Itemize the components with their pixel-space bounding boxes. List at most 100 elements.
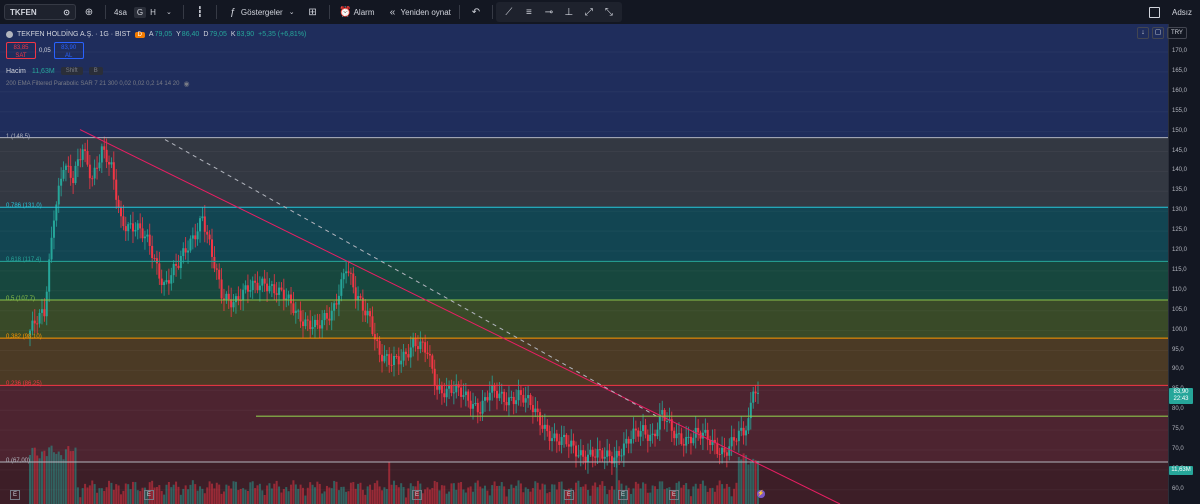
volume-bar [462,489,465,504]
vertical-line-icon[interactable]: ⊥ [561,4,577,20]
volume-bar [519,483,522,504]
candle-body [292,303,295,314]
candle-body [249,290,252,292]
event-marker[interactable]: E [564,490,574,500]
add-symbol-icon[interactable]: ⊕ [81,4,97,20]
separator [105,5,106,19]
candle-body [527,395,530,399]
candle-body [325,313,328,319]
volume-bar [472,491,475,504]
indicators-button[interactable]: ƒ Göstergeler ⌄ [220,0,300,24]
shift-pill[interactable]: Shift [60,67,83,75]
candle-body [730,437,733,447]
undo-icon[interactable]: ↶ [468,4,484,20]
volume-bar [515,485,518,504]
volume-bar [72,450,75,504]
currency-dropdown[interactable]: TRY [1167,27,1187,39]
volume-bar [179,494,182,504]
candle-body [225,293,228,300]
symbol-search[interactable]: TKFEN ⊙ [4,4,76,20]
replay-label: Yeniden oynat [400,7,451,17]
candles-icon[interactable]: ┇ [192,4,208,20]
volume-bar [730,496,733,504]
volume-bar [349,482,352,504]
volume-bar [721,484,724,504]
change-value: +5,35 (+6,81%) [258,31,307,38]
candle-body [287,294,290,299]
volume-bar [711,487,714,504]
legend-title[interactable]: TEKFEN HOLDİNG A.Ş. · 1G · BIST [17,31,131,38]
volume-bar [428,489,431,504]
trend-line-icon[interactable]: ⟋ [501,4,517,20]
chart-type-g-label: G [133,6,147,18]
event-marker[interactable]: E [618,490,628,500]
candle-body [737,430,740,442]
chart-type-g[interactable]: G [132,0,148,24]
timeframe-dropdown[interactable]: ⌄ [158,0,180,24]
volume-bar [371,489,374,504]
candle-body [622,443,625,456]
templates-icon[interactable]: ⊞ [305,4,321,20]
volume-bar [531,488,534,504]
candle-body [412,338,415,348]
candle-body [57,185,60,205]
volume-bar [586,489,589,504]
candle-body [263,278,266,284]
candle-body [254,280,257,283]
volume-bar [201,488,204,504]
volume-label[interactable]: Hacim [6,68,26,75]
timeframe-button[interactable]: 4sa [109,0,132,24]
candle-body [115,179,118,200]
chart-pane[interactable]: TEKFEN HOLDİNG A.Ş. · 1G · BIST D A 79,05… [0,24,1168,504]
candle-body [160,278,163,286]
indicator-legend: 200 EMA Filtered Parabolic SAR 7 21 300 … [6,80,190,88]
event-marker[interactable]: E [144,490,154,500]
chart-type-h[interactable]: H [148,0,158,24]
horizontal-ray-icon[interactable]: ⊸ [541,4,557,20]
volume-bar [177,486,180,504]
symbol-info-icon[interactable]: ⊙ [63,8,70,17]
candle-body [333,303,336,311]
volume-bar [239,488,242,504]
scroll-down-icon[interactable]: ↓ [1137,27,1149,39]
price-tick-label: 160,0 [1172,87,1188,94]
extended-line-icon[interactable]: ⤢ [581,4,597,20]
candle-body [84,149,87,151]
candle-body [222,298,225,300]
candle-body [215,268,218,270]
sell-button[interactable]: 83,85 SAT [6,42,36,59]
b-pill[interactable]: B [88,67,103,75]
candle-body [735,440,738,442]
volume-bar [747,464,750,504]
volume-bar [155,486,158,504]
volume-bar [383,487,386,504]
indicator-label[interactable]: 200 EMA Filtered Parabolic SAR 7 21 300 … [6,81,179,87]
candle-body [321,320,324,329]
price-axis[interactable]: 170,0 165,0 160,0 155,0 150,0 145,0 140,0 135,0… [1168,24,1200,504]
layout-button[interactable]: Adsız [1144,0,1200,24]
event-marker[interactable]: E [412,490,422,500]
event-marker[interactable]: E [10,490,20,500]
buy-button[interactable]: 83,90 AL [53,42,84,59]
volume-bar [79,497,82,504]
replay-button[interactable]: « Yeniden oynat [379,0,455,24]
candle-body [388,354,391,365]
candle-body [452,392,455,394]
high-label: Y [176,31,181,38]
price-chart[interactable] [0,24,1168,504]
event-marker[interactable]: E [669,490,679,500]
horizontal-lines-icon[interactable]: ≡ [521,4,537,20]
alarm-button[interactable]: ⏰ Alarm [333,0,380,24]
volume-bar [213,488,216,504]
reset-scale-icon[interactable]: ▢ [1152,27,1164,39]
candle-body [498,393,501,399]
eye-icon[interactable]: ◉ [183,80,189,88]
candle-body [560,437,563,445]
volume-bar [36,455,39,504]
ray-icon[interactable]: ⤡ [601,4,617,20]
volume-bar [426,487,429,504]
volume-bar [191,480,194,504]
volume-bar [754,460,757,504]
candle-body [448,385,451,389]
event-marker[interactable]: ⚡ [757,490,765,498]
